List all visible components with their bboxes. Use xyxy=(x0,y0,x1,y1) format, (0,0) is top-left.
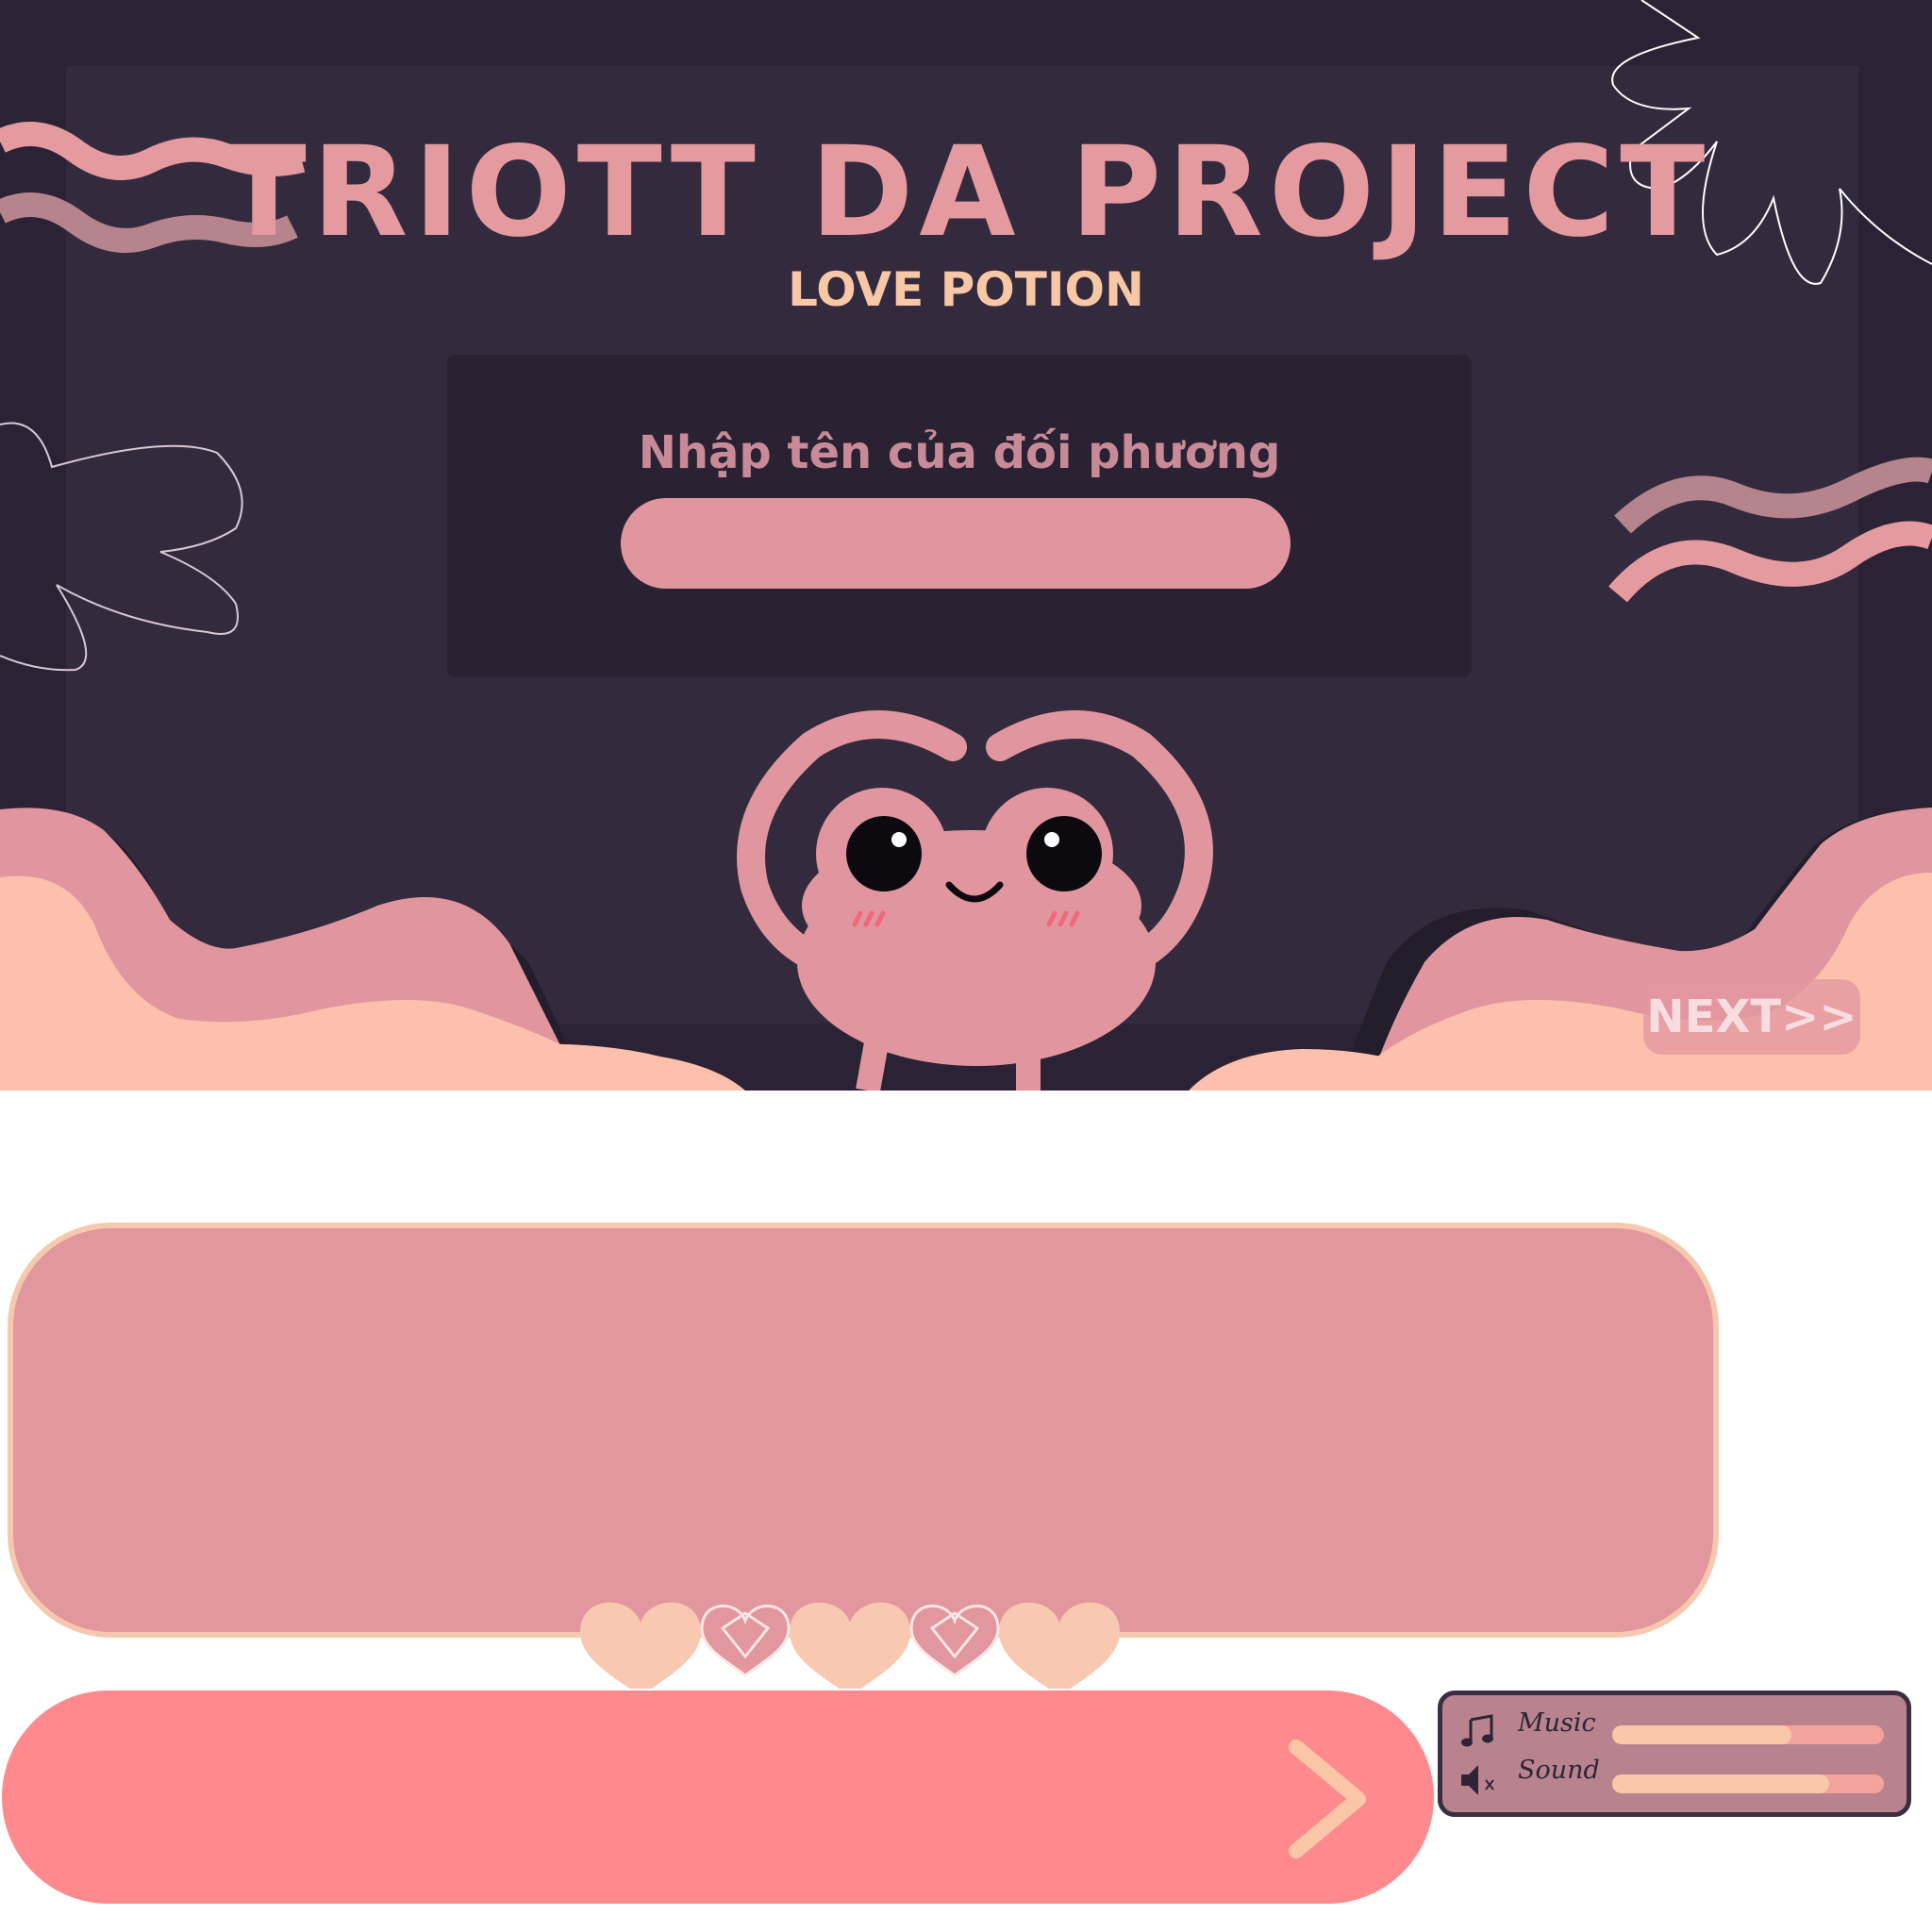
wave-decoration xyxy=(1614,457,1932,534)
partner-name-input[interactable] xyxy=(621,498,1291,589)
dialog-box xyxy=(8,1223,1719,1638)
sound-label: Sound xyxy=(1518,1756,1600,1785)
sound-volume-slider[interactable] xyxy=(1612,1774,1884,1793)
gem-heart-icon xyxy=(909,1605,1000,1677)
music-label: Music xyxy=(1518,1708,1596,1738)
dialog-heart-ornament xyxy=(580,1602,1120,1689)
flower-outline-decoration xyxy=(0,422,243,672)
wave-decoration xyxy=(1608,521,1932,603)
chevron-right-icon[interactable] xyxy=(1285,1738,1389,1860)
name-input-panel: Nhập tên của đối phương xyxy=(447,355,1472,677)
heart-icon xyxy=(999,1602,1120,1689)
heart-icon xyxy=(580,1602,701,1689)
gem-heart-icon xyxy=(700,1605,791,1677)
music-volume-slider[interactable] xyxy=(1612,1725,1884,1744)
music-note-icon xyxy=(1461,1714,1493,1747)
audio-settings-panel: Music Sound xyxy=(1438,1690,1911,1817)
game-subtitle: LOVE POTION xyxy=(788,262,1144,317)
choice-bar[interactable] xyxy=(2,1690,1434,1904)
next-button[interactable]: NEXT>> xyxy=(1643,979,1860,1055)
game-title: TRIOTT DA PROJECT xyxy=(221,120,1711,265)
name-input-label: Nhập tên của đối phương xyxy=(638,426,1281,479)
sound-volume-fill xyxy=(1612,1774,1830,1793)
mascot-eye xyxy=(1026,816,1102,891)
music-volume-fill xyxy=(1612,1725,1792,1744)
heart-icon xyxy=(790,1602,910,1689)
speaker-muted-icon[interactable] xyxy=(1459,1761,1503,1799)
mascot-character xyxy=(737,710,1213,1091)
mascot-eye xyxy=(846,816,922,891)
game-scene: TRIOTT DA PROJECT LOVE POTION Nhập tên c… xyxy=(0,0,1932,1091)
